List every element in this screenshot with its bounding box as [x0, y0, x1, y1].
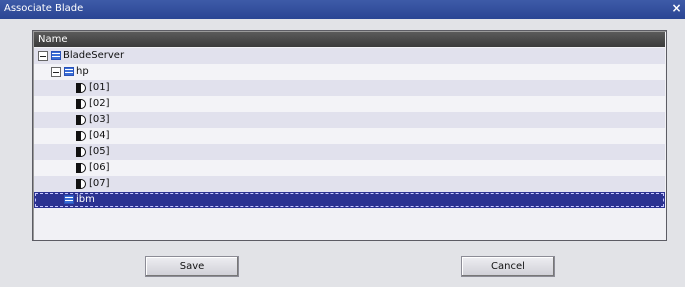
- blade-icon: [76, 147, 87, 157]
- tree-node-blade[interactable]: [06]: [34, 160, 665, 176]
- chassis-icon: [64, 195, 74, 204]
- tree-node-label: ibm: [76, 194, 95, 205]
- column-header-name[interactable]: Name: [34, 32, 665, 47]
- tree-node-label: [01]: [89, 82, 110, 93]
- tree-node-label: [07]: [89, 178, 110, 189]
- tree-node-hp[interactable]: hp: [34, 64, 665, 80]
- blade-icon: [76, 99, 87, 109]
- collapse-toggle-icon[interactable]: [38, 51, 48, 61]
- cancel-button[interactable]: Cancel: [461, 256, 555, 277]
- tree-node-label: [02]: [89, 98, 110, 109]
- title-bar[interactable]: Associate Blade ×: [0, 0, 685, 19]
- blade-icon: [76, 83, 87, 93]
- tree-grid: Name BladeServer hp [01] [02] [03] [04] …: [32, 30, 667, 241]
- tree-node-blade[interactable]: [02]: [34, 96, 665, 112]
- tree-node-label: [05]: [89, 146, 110, 157]
- tree-node-label: [03]: [89, 114, 110, 125]
- tree-node-label: [04]: [89, 130, 110, 141]
- tree-node-blade[interactable]: [04]: [34, 128, 665, 144]
- tree-node-ibm[interactable]: ibm: [34, 192, 665, 208]
- save-button[interactable]: Save: [145, 256, 239, 277]
- tree-node-label: BladeServer: [63, 50, 125, 61]
- close-icon[interactable]: ×: [670, 1, 683, 16]
- blade-icon: [76, 115, 87, 125]
- server-group-icon: [51, 51, 61, 60]
- tree-rows: BladeServer hp [01] [02] [03] [04] [05] …: [34, 48, 665, 208]
- tree-node-blade[interactable]: [07]: [34, 176, 665, 192]
- column-header-label: Name: [38, 34, 68, 45]
- blade-icon: [76, 163, 87, 173]
- tree-node-label: hp: [76, 66, 89, 77]
- tree-node-blade[interactable]: [03]: [34, 112, 665, 128]
- collapse-toggle-icon[interactable]: [51, 67, 61, 77]
- chassis-icon: [64, 67, 74, 76]
- tree-node-blade[interactable]: [05]: [34, 144, 665, 160]
- associate-blade-dialog: Associate Blade × Name BladeServer hp [0…: [0, 0, 685, 287]
- tree-node-bladeserver[interactable]: BladeServer: [34, 48, 665, 64]
- blade-icon: [76, 179, 87, 189]
- blade-icon: [76, 131, 87, 141]
- dialog-title: Associate Blade: [4, 3, 84, 14]
- tree-node-label: [06]: [89, 162, 110, 173]
- tree-node-blade[interactable]: [01]: [34, 80, 665, 96]
